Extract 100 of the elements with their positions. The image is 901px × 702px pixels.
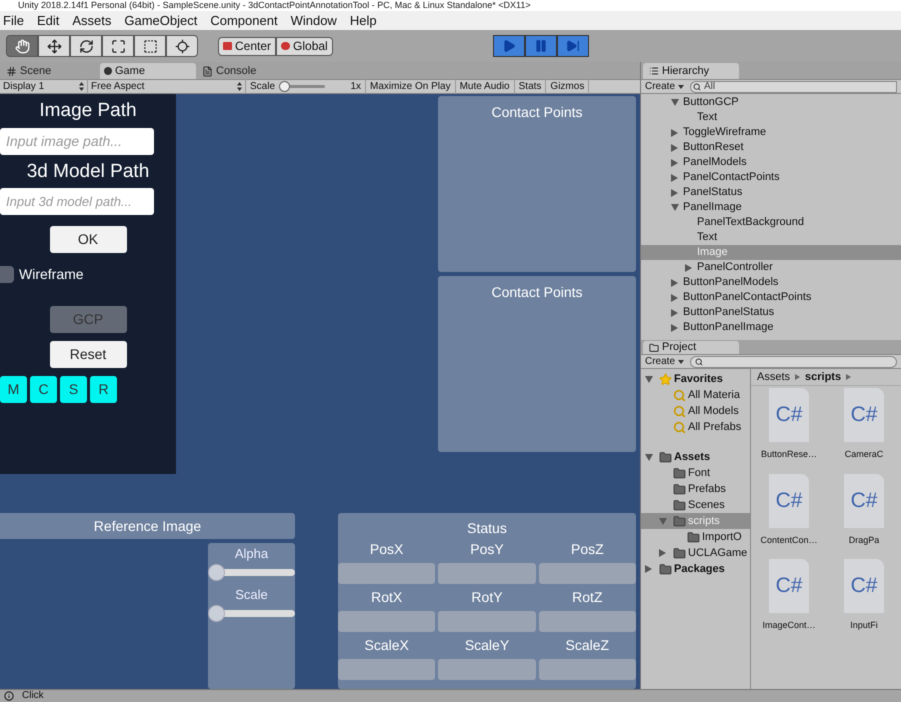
hierarchy-item[interactable]: ButtonPanelStatus	[641, 305, 901, 320]
hierarchy-item[interactable]: Text	[641, 230, 901, 245]
pivot-button[interactable]: Center	[218, 36, 276, 56]
play-control-button[interactable]	[556, 35, 589, 57]
menu-item[interactable]: Component	[210, 10, 278, 30]
collapsed-arrow-icon[interactable]	[671, 144, 678, 152]
expanded-arrow-icon[interactable]	[671, 204, 679, 211]
slider-thumb[interactable]	[208, 564, 225, 581]
collapsed-arrow-icon[interactable]	[671, 174, 678, 182]
expanded-arrow-icon[interactable]	[671, 99, 679, 106]
project-tree-item[interactable]: Assets	[641, 449, 750, 465]
collapsed-arrow-icon[interactable]	[671, 324, 678, 332]
view-tab[interactable]: Game	[100, 63, 196, 79]
panel-toggle-button[interactable]: R	[90, 376, 117, 403]
menu-item[interactable]: Help	[350, 10, 377, 30]
status-value-field[interactable]	[338, 659, 436, 680]
model-path-field[interactable]: Input 3d model path...	[0, 188, 154, 215]
tool-button[interactable]	[70, 35, 102, 57]
project-search-field[interactable]	[690, 356, 897, 368]
collapsed-arrow-icon[interactable]	[671, 188, 678, 196]
hierarchy-item[interactable]: PanelModels	[641, 155, 901, 170]
collapsed-arrow-icon[interactable]	[645, 565, 652, 573]
script-file-icon[interactable]: C#	[769, 388, 809, 442]
menu-item[interactable]: Edit	[36, 10, 60, 30]
hierarchy-item[interactable]: ButtonPanelContactPoints	[641, 290, 901, 305]
status-value-field[interactable]	[438, 611, 536, 632]
space-button[interactable]: Global	[276, 36, 333, 56]
project-tree-item[interactable]: Font	[641, 465, 750, 481]
tool-button[interactable]	[38, 35, 70, 57]
project-tree-item[interactable]: All Materia	[641, 387, 750, 403]
hierarchy-item[interactable]: ToggleWireframe	[641, 125, 901, 140]
hierarchy-item[interactable]: ButtonGCP	[641, 95, 901, 110]
view-tab[interactable]: Console	[198, 63, 294, 79]
search-icon	[693, 82, 702, 90]
hierarchy-item[interactable]: PanelImage	[641, 200, 901, 215]
menu-item[interactable]: Window	[290, 10, 337, 30]
status-value-field[interactable]	[438, 563, 536, 584]
create-dropdown[interactable]: Create	[645, 79, 684, 94]
project-tree-item[interactable]: ImportO	[641, 529, 750, 545]
slider-thumb[interactable]	[208, 605, 225, 622]
play-control-button[interactable]	[492, 35, 525, 57]
project-tree-item[interactable]: Prefabs	[641, 481, 750, 497]
tool-button[interactable]	[134, 35, 166, 57]
expanded-arrow-icon[interactable]	[645, 376, 653, 382]
menu-item[interactable]: File	[3, 10, 24, 30]
status-value-field[interactable]	[338, 563, 436, 584]
panel-toggle-button[interactable]: M	[0, 376, 27, 403]
status-value-field[interactable]	[538, 659, 636, 680]
hierarchy-item[interactable]: PanelTextBackground	[641, 215, 901, 230]
status-value-field[interactable]	[338, 611, 436, 632]
image-path-field[interactable]: Input image path...	[0, 128, 154, 154]
collapsed-arrow-icon[interactable]	[671, 308, 678, 316]
hierarchy-tab[interactable]: Hierarchy	[643, 63, 739, 79]
ok-button[interactable]: OK	[50, 226, 126, 253]
hierarchy-item[interactable]: Text	[641, 110, 901, 125]
status-value-field[interactable]	[438, 659, 536, 680]
status-value-field[interactable]	[538, 611, 636, 632]
status-value-field[interactable]	[538, 563, 636, 584]
script-file-icon[interactable]: C#	[844, 559, 884, 613]
collapsed-arrow-icon[interactable]	[659, 549, 666, 557]
project-tree-item[interactable]: Scenes	[641, 497, 750, 513]
script-file-icon[interactable]: C#	[769, 474, 809, 528]
project-tree-item[interactable]: UCLAGame	[641, 545, 750, 561]
collapsed-arrow-icon[interactable]	[671, 128, 678, 136]
panel-toggle-button[interactable]: C	[30, 376, 57, 403]
hierarchy-search-field[interactable]: All	[690, 80, 897, 92]
collapsed-arrow-icon[interactable]	[671, 278, 678, 286]
tool-button[interactable]	[166, 35, 198, 57]
menu-item[interactable]: Assets	[72, 10, 112, 30]
play-control-button[interactable]	[524, 35, 557, 57]
tool-button[interactable]	[102, 35, 134, 57]
hierarchy-item[interactable]: PanelStatus	[641, 185, 901, 200]
project-tree-item[interactable]: Packages	[641, 561, 750, 577]
project-tree-item[interactable]: All Models	[641, 403, 750, 419]
script-file-icon[interactable]: C#	[844, 474, 884, 528]
hierarchy-item[interactable]: ButtonReset	[641, 140, 901, 155]
hierarchy-item[interactable]: PanelController	[641, 260, 901, 275]
tool-button[interactable]	[6, 35, 38, 57]
view-tab[interactable]: Scene	[2, 63, 98, 79]
script-file-icon[interactable]: C#	[769, 559, 809, 613]
slider[interactable]	[208, 605, 295, 622]
hierarchy-item[interactable]: ButtonPanelImage	[641, 320, 901, 335]
hierarchy-item[interactable]: ButtonPanelModels	[641, 275, 901, 290]
panel-toggle-button[interactable]: S	[60, 376, 87, 403]
collapsed-arrow-icon[interactable]	[671, 294, 678, 302]
breadcrumb-item[interactable]: Assets	[757, 368, 790, 386]
scale-slider-thumb[interactable]	[279, 81, 290, 92]
hierarchy-item[interactable]: PanelContactPoints	[641, 170, 901, 185]
reset-button[interactable]: Reset	[50, 341, 126, 368]
collapsed-arrow-icon[interactable]	[671, 158, 678, 166]
create-dropdown[interactable]: Create	[645, 354, 684, 369]
slider[interactable]	[208, 564, 295, 581]
breadcrumb-item[interactable]: scripts	[805, 368, 842, 386]
project-tree-item[interactable]: All Prefabs	[641, 419, 750, 435]
project-tree-item[interactable]: Favorites	[641, 371, 750, 387]
wireframe-checkbox[interactable]	[0, 266, 14, 283]
collapsed-arrow-icon[interactable]	[685, 264, 692, 272]
script-file-icon[interactable]: C#	[844, 388, 884, 442]
menu-item[interactable]: GameObject	[124, 10, 198, 30]
project-tab[interactable]: Project	[643, 341, 739, 354]
